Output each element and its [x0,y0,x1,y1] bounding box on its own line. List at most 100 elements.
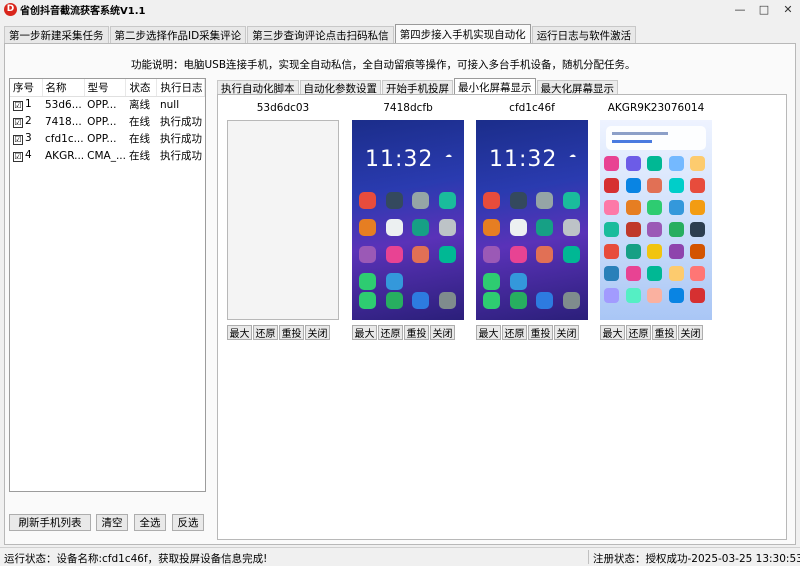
device-status: 在线 [128,116,150,128]
tab-logs-activation[interactable]: 运行日志与软件激活 [531,26,637,44]
phone-view: 53d6dc03 最大 还原 重投 关闭 [223,102,343,340]
device-list: 序号 名称 型号 状态 执行日志 ☑ 1 53d6... OPP... 离线 nu… [9,78,206,492]
weather-icon: ☁ [569,151,576,159]
phone-name: 53d6dc03 [256,102,310,114]
row-checkbox[interactable]: ☑ [13,118,23,128]
device-table-header: 序号 名称 型号 状态 执行日志 [10,79,205,97]
phone-clock: 11:32 [489,147,558,172]
app-icon-grid [359,192,457,290]
device-log: null [159,98,180,111]
main-tab-bar: 第一步新建采集任务 第二步选择作品ID采集评论 第三步查询评论点击扫码私信 第四… [4,24,637,44]
device-no: 4 [25,149,32,161]
function-description: 功能说明：电脑USB连接手机，实现全自动私信，全自动留痕等操作，可接入多台手机设… [131,59,636,71]
weather-icon: ☁ [445,151,452,159]
device-status: 离线 [128,99,150,112]
restore-phone-button[interactable]: 还原 [378,325,403,340]
registration-status-text: 注册状态：授权成功-2025-03-25 13:30:53.000 [593,553,800,565]
row-checkbox[interactable]: ☑ [13,152,23,162]
phone-dock [359,292,457,309]
app-logo-icon: D [4,2,17,16]
recast-phone-button[interactable]: 重投 [404,325,429,340]
phone-screen-blank[interactable] [227,120,339,320]
device-log: 执行成功 [159,133,202,145]
tab-start-casting[interactable]: 开始手机投屏 [382,80,453,95]
maximize-button[interactable]: □ [752,0,776,18]
notification-card [606,126,706,150]
phone-name: 7418dcfb [383,102,433,114]
phone-screen-mirror[interactable]: 11:32 ☁ [476,120,588,320]
device-log: 执行成功 [159,150,202,162]
phone-name: AKGR9K23076014 [607,102,705,114]
tab-minimized-screens[interactable]: 最小化屏幕显示 [454,78,536,95]
status-divider [588,550,589,564]
device-name: cfd1c... [45,132,84,145]
title-bar: D 省创抖音截流获客系统V1.1 — □ ✕ [0,0,800,18]
close-phone-button[interactable]: 关闭 [554,325,579,340]
device-status: 在线 [128,133,150,145]
device-no: 3 [25,132,32,144]
restore-phone-button[interactable]: 还原 [253,325,278,340]
select-all-button[interactable]: 全选 [134,514,166,531]
device-name: 7418... [45,115,82,128]
tab-automation-settings[interactable]: 自动化参数设置 [299,80,381,95]
column-header-log[interactable]: 执行日志 [156,79,205,97]
recast-phone-button[interactable]: 重投 [279,325,304,340]
table-row[interactable]: ☑ 3 cfd1c... OPP... 在线 执行成功 [10,130,205,147]
device-status: 在线 [128,150,150,162]
device-model: OPP... [87,98,117,111]
device-model: OPP... [87,132,117,145]
tab-step3-query-comments[interactable]: 第三步查询评论点击扫码私信 [247,26,394,44]
phone-dock [483,292,581,309]
minimize-button[interactable]: — [728,0,752,18]
tab-step2-collect-comments[interactable]: 第二步选择作品ID采集评论 [109,26,247,44]
maximize-phone-button[interactable]: 最大 [476,325,501,340]
tab-step4-phone-automation[interactable]: 第四步接入手机实现自动化 [394,24,531,44]
phone-screen-mirror[interactable] [600,120,712,320]
close-window-button[interactable]: ✕ [776,0,800,18]
window-title: 省创抖音截流获客系统V1.1 [20,5,146,17]
recast-phone-button[interactable]: 重投 [528,325,553,340]
table-row[interactable]: ☑ 2 7418... OPP... 在线 执行成功 [10,113,205,130]
device-no: 2 [25,115,32,127]
device-log: 执行成功 [159,116,202,128]
device-model: CMA_... [87,149,126,162]
row-checkbox[interactable]: ☑ [13,135,23,145]
app-icon-grid [604,156,708,303]
tab-maximized-screens[interactable]: 最大化屏幕显示 [536,80,618,95]
restore-phone-button[interactable]: 还原 [502,325,527,340]
close-phone-button[interactable]: 关闭 [678,325,703,340]
phone-clock: 11:32 [365,147,434,172]
column-header-model[interactable]: 型号 [84,79,127,97]
phone-screen-mirror[interactable]: 11:32 ☁ [352,120,464,320]
close-phone-button[interactable]: 关闭 [430,325,455,340]
run-status-text: 运行状态：设备名称:cfd1c46f，获取投屏设备信息完成! [4,553,268,565]
tab-step1-new-task[interactable]: 第一步新建采集任务 [4,26,109,44]
column-header-status[interactable]: 状态 [125,79,158,97]
phone-view: 7418dcfb 11:32 ☁ 最大 还原 重投 关闭 [348,102,468,340]
column-header-no[interactable]: 序号 [10,79,43,97]
phone-name: cfd1c46f [509,102,555,114]
maximize-phone-button[interactable]: 最大 [227,325,252,340]
row-checkbox[interactable]: ☑ [13,101,23,112]
invert-selection-button[interactable]: 反选 [172,514,204,531]
restore-phone-button[interactable]: 还原 [626,325,651,340]
recast-phone-button[interactable]: 重投 [652,325,677,340]
phone-view: cfd1c46f 11:32 ☁ 最大 还原 重投 关闭 [472,102,592,340]
app-icon-grid [483,192,581,290]
column-header-name[interactable]: 名称 [42,79,85,97]
tab-run-script[interactable]: 执行自动化脚本 [217,80,299,95]
table-row[interactable]: ☑ 4 AKGR... CMA_... 在线 执行成功 [10,147,205,164]
device-name: AKGR... [45,149,85,162]
device-model: OPP... [87,115,117,128]
status-bar: 运行状态：设备名称:cfd1c46f，获取投屏设备信息完成! 注册状态：授权成功… [0,547,800,566]
phone-view: AKGR9K23076014 最大 还原 重投 关闭 [596,102,716,340]
close-phone-button[interactable]: 关闭 [305,325,330,340]
clear-button[interactable]: 清空 [96,514,128,531]
sub-tab-bar: 执行自动化脚本 自动化参数设置 开始手机投屏 最小化屏幕显示 最大化屏幕显示 [217,78,619,95]
refresh-phone-list-button[interactable]: 刷新手机列表 [9,514,91,531]
maximize-phone-button[interactable]: 最大 [600,325,625,340]
device-list-actions: 刷新手机列表 清空 全选 反选 [9,514,204,531]
maximize-phone-button[interactable]: 最大 [352,325,377,340]
table-row[interactable]: ☑ 1 53d6... OPP... 离线 null [10,96,205,113]
device-name: 53d6... [45,98,82,111]
